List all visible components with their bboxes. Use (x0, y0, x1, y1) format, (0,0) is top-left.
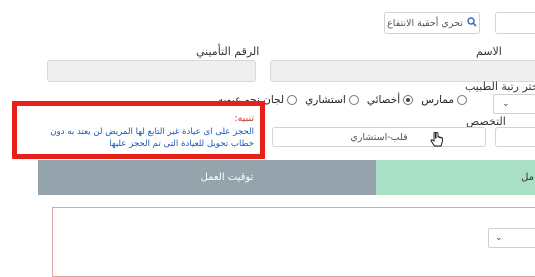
insurance-number-field[interactable] (47, 60, 256, 82)
rank-option-consultant[interactable]: استشاري (305, 94, 359, 106)
rank-option-practitioner[interactable]: ممارس (421, 94, 467, 106)
doctor-rank-label: اختر رتبة الطبيب (465, 80, 535, 93)
tab-green-label: مل (521, 172, 534, 183)
insurance-number-label: الرقم التأميني (196, 45, 260, 58)
radio-icon (287, 95, 298, 105)
chevron-down-icon: ⌄ (502, 99, 510, 109)
rank-option-label: ممارس (421, 94, 454, 106)
right-edge-field[interactable] (495, 127, 535, 147)
rank-option-label: أخصائي (366, 94, 401, 106)
eligibility-search-label: تحري أحقية الانتفاع (387, 17, 463, 29)
tab-work-schedule-label: توقيت العمل (200, 172, 254, 183)
top-right-input[interactable] (495, 12, 535, 34)
right-edge-select[interactable]: ⌄ (493, 94, 535, 114)
specialty-button-label: قلب-استشاري (350, 131, 408, 143)
notice-box: تنبيه: الحجز على اى عيادة غير التابع لها… (12, 101, 265, 159)
notice-body: الحجز على اى عيادة غير التابع لها المريض… (50, 127, 254, 149)
radio-icon (457, 95, 467, 105)
radio-icon (348, 95, 359, 105)
search-icon (467, 16, 477, 30)
radio-checked-icon (403, 95, 414, 105)
name-label: الاسم (476, 45, 502, 58)
rank-option-label: استشاري (305, 94, 346, 106)
tab-green[interactable]: مل (376, 160, 535, 195)
chevron-down-icon: ⌄ (495, 233, 503, 243)
bottom-select[interactable]: ⌄ (488, 228, 535, 248)
specialty-button[interactable]: قلب-استشاري (272, 127, 486, 147)
content-panel (52, 207, 535, 277)
rank-option-specialist[interactable]: أخصائي (366, 94, 414, 106)
hand-cursor-icon (430, 131, 444, 152)
notice-title: تنبيه: (234, 113, 254, 124)
tab-work-schedule[interactable]: توقيت العمل (38, 160, 376, 195)
eligibility-search-button[interactable]: تحري أحقية الانتفاع (384, 12, 480, 34)
name-field[interactable] (270, 60, 535, 82)
